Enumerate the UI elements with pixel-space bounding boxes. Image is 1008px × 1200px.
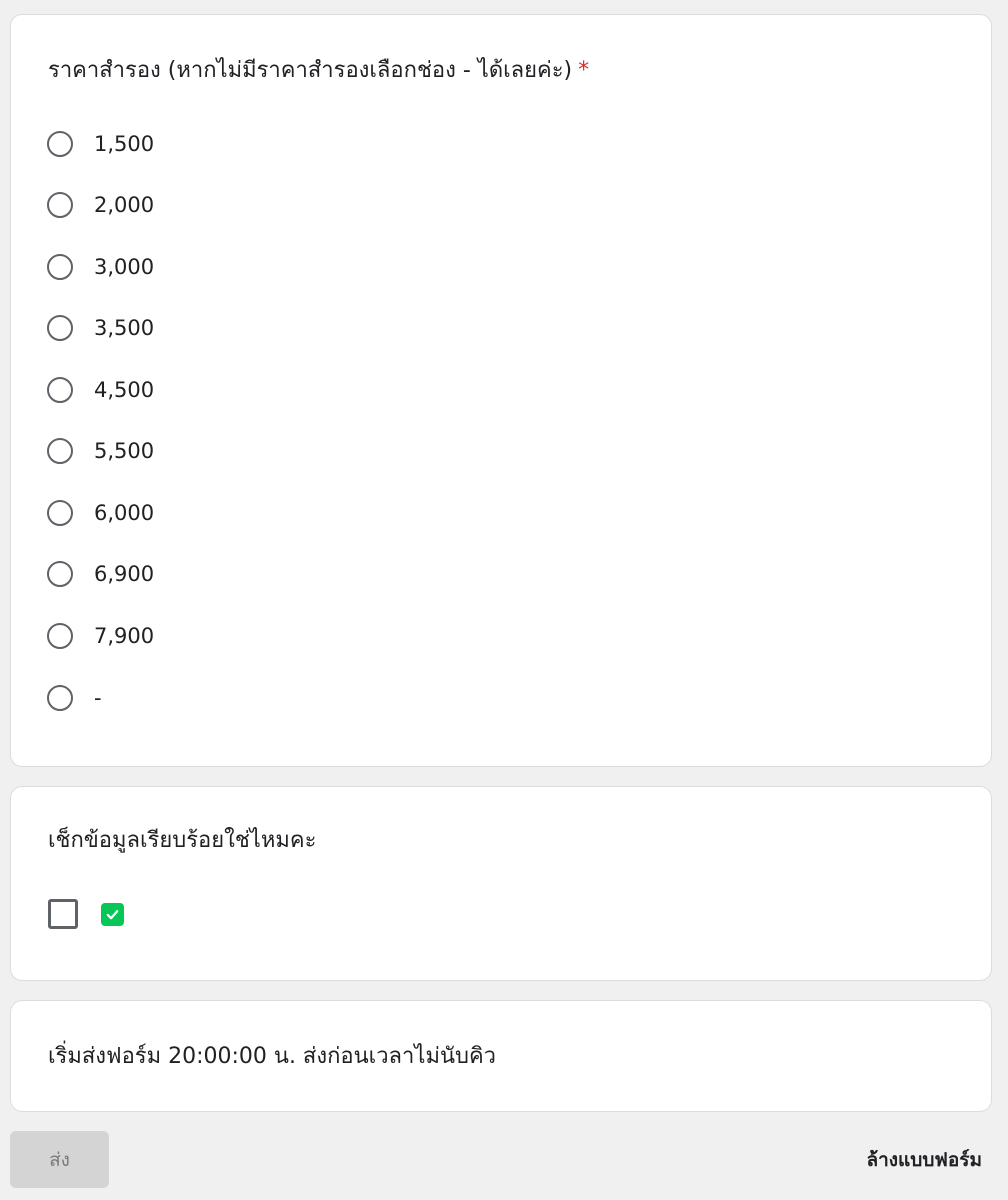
- submit-button[interactable]: ส่ง: [10, 1131, 109, 1188]
- radio-option-label: -: [94, 686, 102, 710]
- radio-option[interactable]: 7,900: [47, 619, 154, 653]
- radio-button[interactable]: [47, 192, 73, 218]
- note-card: เริ่มส่งฟอร์ม 20:00:00 น. ส่งก่อนเวลาไม่…: [10, 1000, 992, 1112]
- radio-button[interactable]: [47, 685, 73, 711]
- question-title-text: ราคาสำรอง (หากไม่มีราคาสำรองเลือกช่อง - …: [48, 58, 573, 83]
- radio-option[interactable]: 2,000: [47, 188, 154, 222]
- radio-option-label: 2,000: [94, 193, 155, 217]
- radio-button[interactable]: [47, 254, 73, 280]
- radio-option-label: 3,500: [94, 316, 155, 340]
- green-checkmark-icon: [101, 903, 124, 926]
- radio-button[interactable]: [47, 561, 73, 587]
- radio-option[interactable]: 3,500: [47, 311, 154, 345]
- radio-option-label: 6,000: [94, 501, 155, 525]
- required-asterisk: *: [578, 58, 590, 83]
- question-card-price: ราคาสำรอง (หากไม่มีราคาสำรองเลือกช่อง - …: [10, 14, 992, 767]
- radio-option-label: 5,500: [94, 439, 155, 463]
- radio-option[interactable]: 5,500: [47, 434, 154, 468]
- note-text: เริ่มส่งฟอร์ม 20:00:00 น. ส่งก่อนเวลาไม่…: [48, 1044, 497, 1069]
- checkbox[interactable]: [48, 899, 78, 929]
- radio-button[interactable]: [47, 131, 73, 157]
- radio-option-label: 3,000: [94, 255, 155, 279]
- radio-button[interactable]: [47, 623, 73, 649]
- question-card-check: เช็กข้อมูลเรียบร้อยใช่ไหมคะ: [10, 786, 992, 981]
- radio-button[interactable]: [47, 377, 73, 403]
- radio-option-label: 7,900: [94, 624, 155, 648]
- radio-button[interactable]: [47, 500, 73, 526]
- question-title: เช็กข้อมูลเรียบร้อยใช่ไหมคะ: [48, 828, 317, 853]
- radio-option-label: 1,500: [94, 132, 155, 156]
- radio-button[interactable]: [47, 438, 73, 464]
- question-title: ราคาสำรอง (หากไม่มีราคาสำรองเลือกช่อง - …: [48, 57, 589, 85]
- radio-option[interactable]: 3,000: [47, 250, 154, 284]
- clear-form-button[interactable]: ล้างแบบฟอร์ม: [866, 1145, 982, 1175]
- radio-option[interactable]: -: [47, 681, 102, 715]
- radio-option[interactable]: 6,900: [47, 557, 154, 591]
- radio-option[interactable]: 6,000: [47, 496, 154, 530]
- radio-option[interactable]: 4,500: [47, 373, 154, 407]
- radio-option[interactable]: 1,500: [47, 127, 154, 161]
- radio-option-label: 6,900: [94, 562, 155, 586]
- radio-option-label: 4,500: [94, 378, 155, 402]
- radio-button[interactable]: [47, 315, 73, 341]
